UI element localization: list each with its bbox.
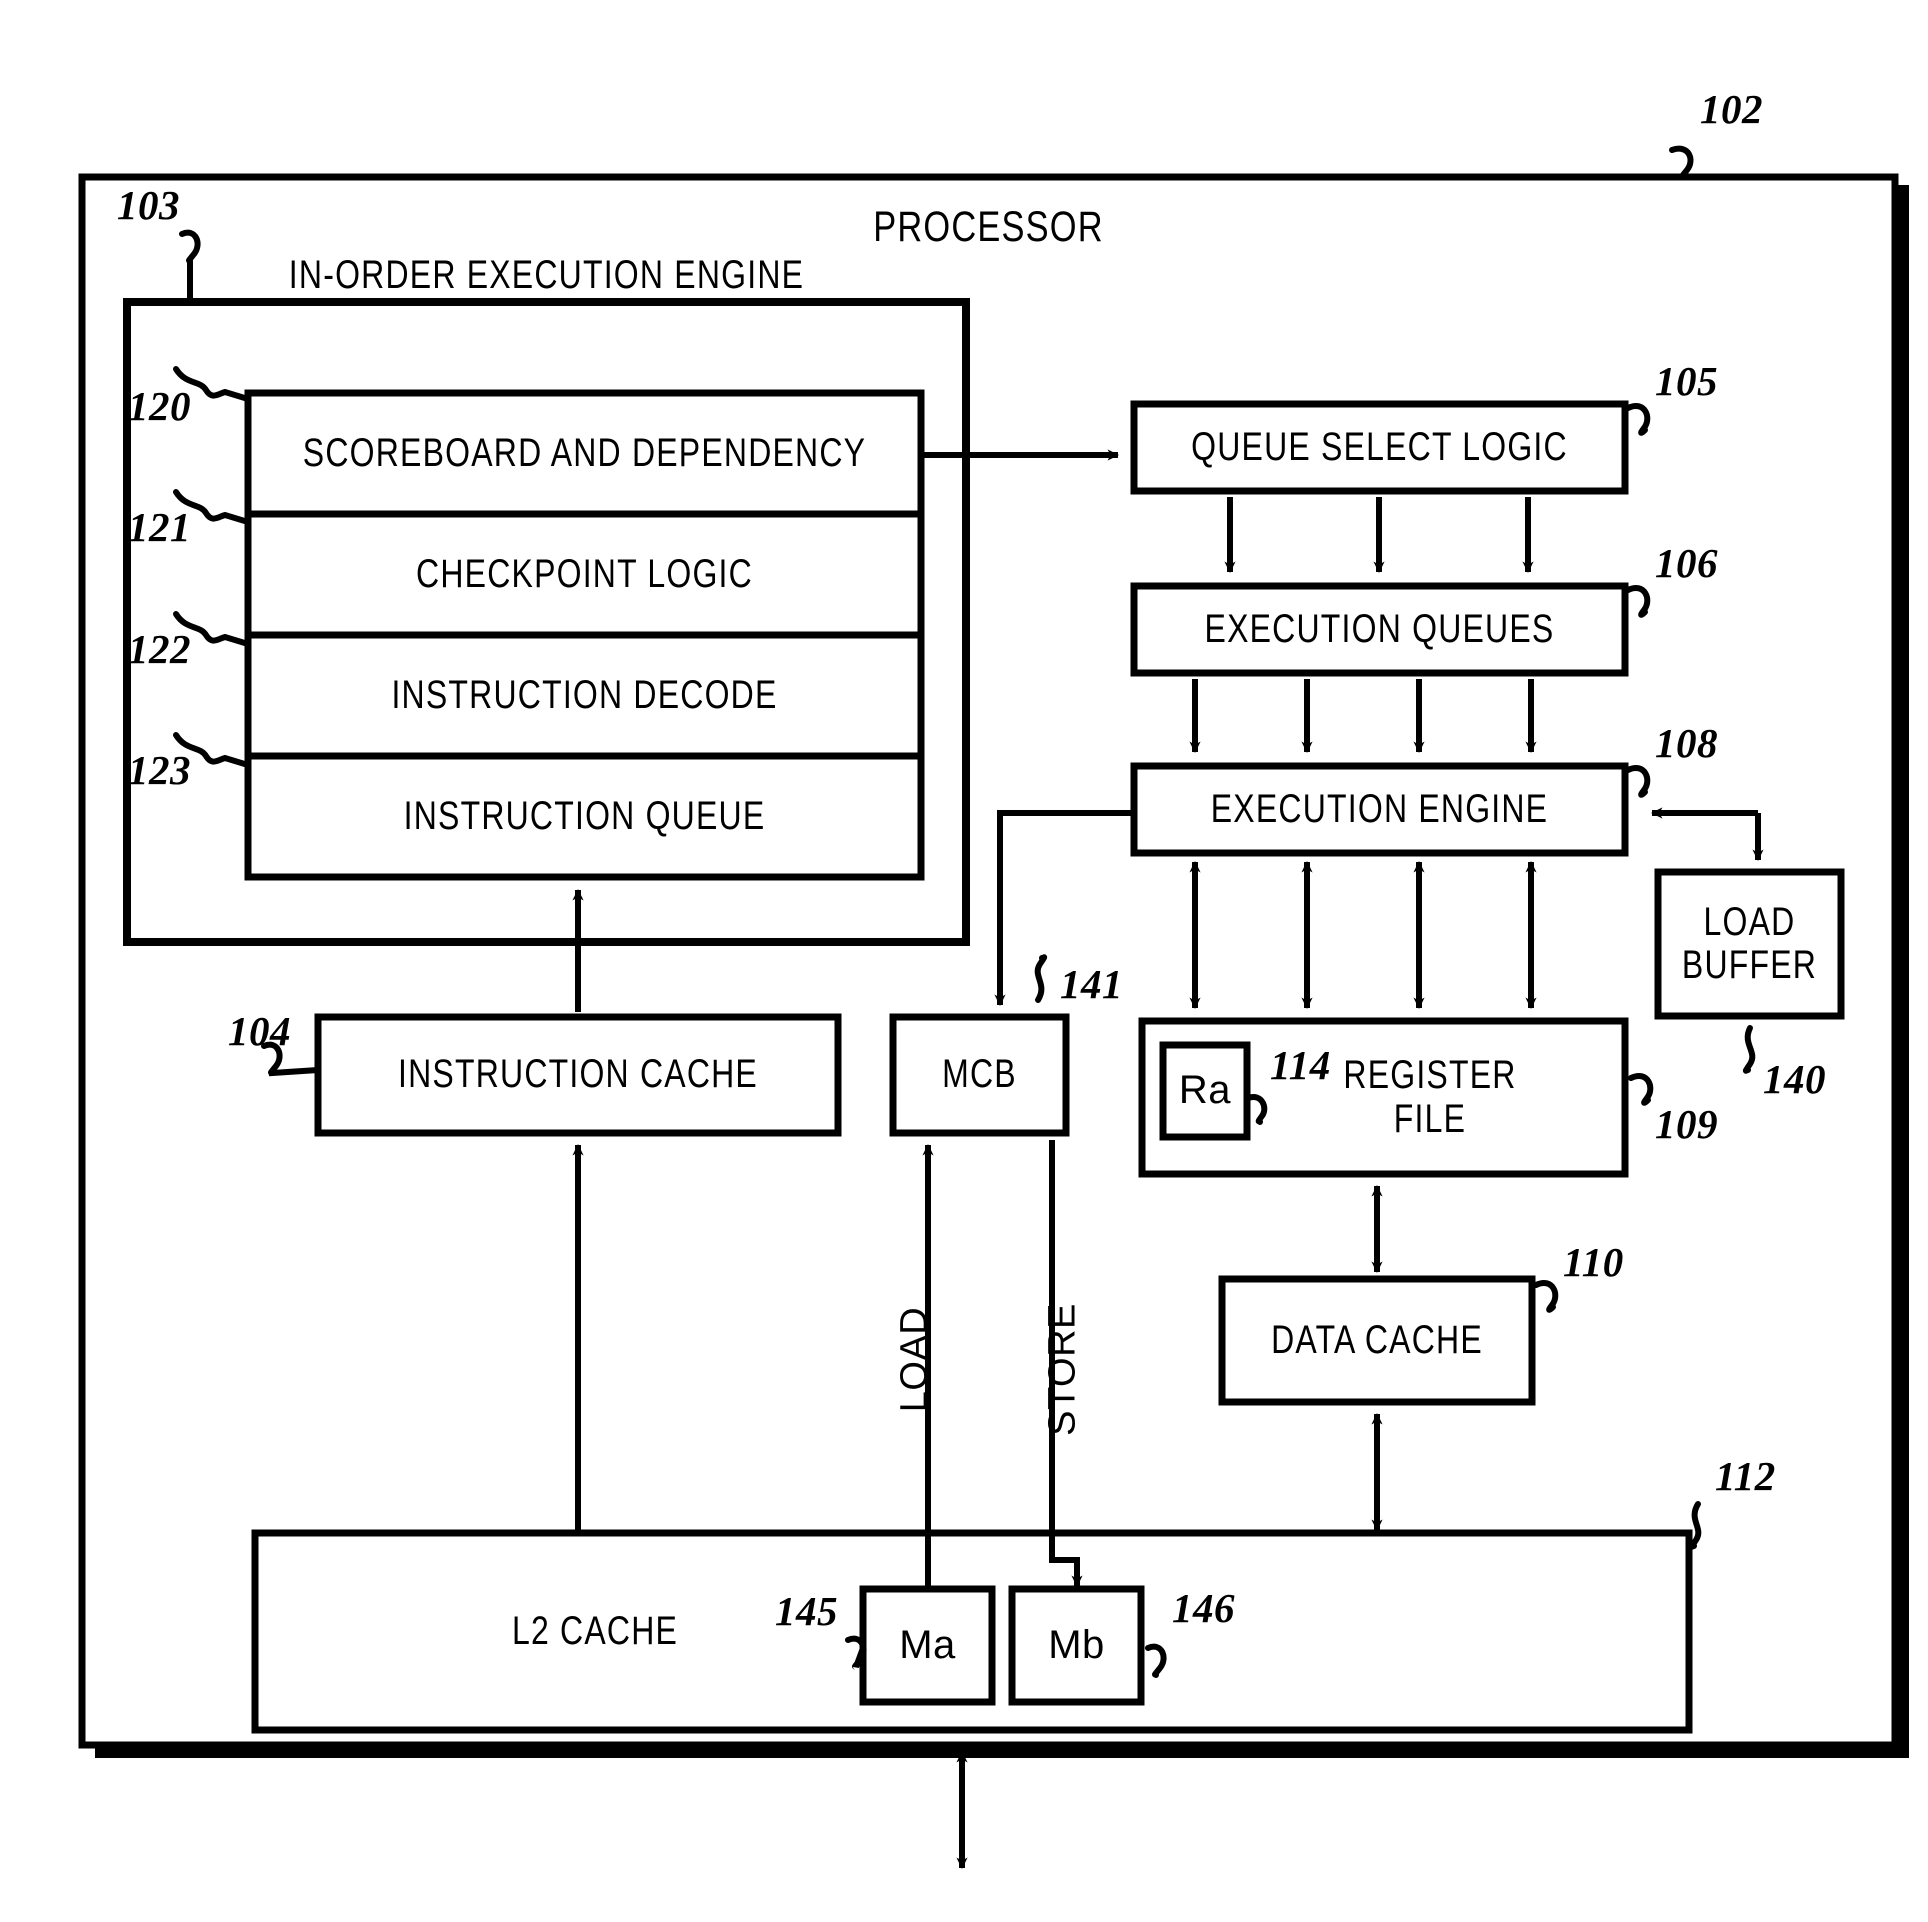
ref-104: 104 <box>228 1008 291 1054</box>
ref-110: 110 <box>1563 1239 1624 1285</box>
instruction-cache-block[interactable]: INSTRUCTION CACHE <box>370 1017 786 1133</box>
queue-select-logic-block[interactable]: QUEUE SELECT LOGIC <box>1183 404 1576 491</box>
ref-102: 102 <box>1700 86 1763 132</box>
instruction-queue-block[interactable]: INSTRUCTION QUEUE <box>315 756 853 877</box>
ref-146: 146 <box>1172 1585 1235 1631</box>
ref-145: 145 <box>775 1588 838 1634</box>
store-edge-label: STORE <box>1041 1303 1084 1436</box>
instruction-decode-block[interactable]: INSTRUCTION DECODE <box>315 635 853 756</box>
ref-108: 108 <box>1655 720 1718 766</box>
ref-114: 114 <box>1270 1042 1331 1088</box>
ref-105: 105 <box>1655 358 1718 404</box>
ref-121: 121 <box>128 504 191 550</box>
scoreboard-and-dependency-block[interactable]: SCOREBOARD AND DEPENDENCY <box>303 393 865 514</box>
execution-engine-block[interactable]: EXECUTION ENGINE <box>1183 766 1576 853</box>
ref-106: 106 <box>1655 540 1718 586</box>
execution-queues-block[interactable]: EXECUTION QUEUES <box>1183 586 1576 673</box>
mb-block[interactable]: Mb <box>1012 1589 1141 1702</box>
ra-register-block[interactable]: Ra <box>1163 1045 1247 1137</box>
in-order-execution-engine-label: IN-ORDER EXECUTION ENGINE <box>288 253 805 297</box>
page-title: PROCESSOR <box>873 203 1104 251</box>
ma-block[interactable]: Ma <box>863 1589 992 1702</box>
ref-109: 109 <box>1655 1101 1718 1147</box>
ref-103: 103 <box>117 182 180 228</box>
checkpoint-logic-block[interactable]: CHECKPOINT LOGIC <box>315 514 853 635</box>
ref-123: 123 <box>128 747 191 793</box>
ref-122: 122 <box>128 626 191 672</box>
data-cache-block[interactable]: DATA CACHE <box>1253 1279 1501 1402</box>
ref-120: 120 <box>128 383 191 429</box>
ref-140: 140 <box>1763 1056 1826 1102</box>
load-buffer-block[interactable]: LOAD BUFFER <box>1676 872 1822 1016</box>
register-file-block[interactable]: REGISTER FILE <box>1310 1021 1550 1174</box>
figure-canvas: PROCESSOR 102 IN-ORDER EXECUTION ENGINE … <box>0 0 1928 1922</box>
load-edge-label: LOAD <box>893 1306 936 1413</box>
ref-141: 141 <box>1060 961 1123 1007</box>
mcb-block[interactable]: MCB <box>910 1017 1048 1133</box>
ref-112: 112 <box>1715 1453 1776 1499</box>
